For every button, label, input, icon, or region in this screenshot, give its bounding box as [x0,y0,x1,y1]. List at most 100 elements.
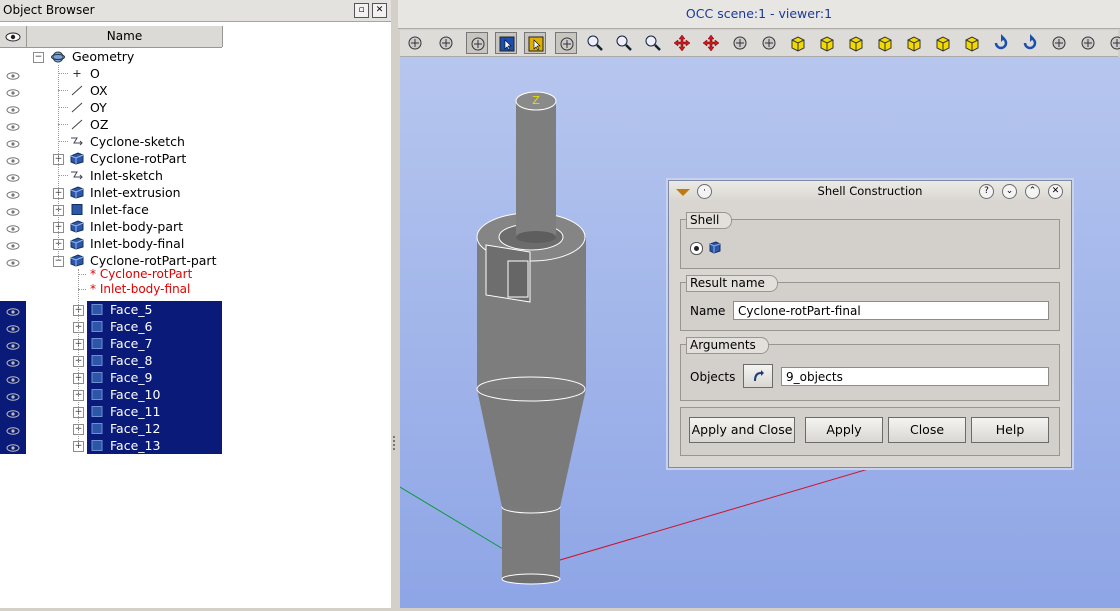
visibility-eye-icon[interactable] [6,373,20,384]
graduated-axes-button[interactable] [1106,32,1120,54]
rotation-point-button[interactable] [758,32,780,54]
rect-select-button[interactable] [495,32,517,54]
visibility-eye-icon[interactable] [6,154,20,165]
view-front-button[interactable] [787,32,809,54]
tree-header: Name [0,26,223,48]
view-top-button[interactable] [845,32,867,54]
zoom-in-button[interactable] [642,32,664,54]
dump-view-button[interactable] [404,32,426,54]
visibility-eye-icon[interactable] [6,69,20,80]
view-back-button[interactable] [816,32,838,54]
global-pan-icon [702,34,720,52]
undock-button[interactable]: ▫ [354,3,369,18]
y-axis-line [399,486,509,553]
visibility-eye-icon[interactable] [6,305,20,316]
tree-item-face[interactable]: + Face_9 [0,369,391,386]
reference-label: * Inlet-body-final [90,282,191,296]
view-right-button[interactable] [932,32,954,54]
close-dialog-button[interactable]: ✕ [1048,184,1063,199]
visibility-eye-icon[interactable] [6,205,20,216]
name-column-header[interactable]: Name [27,26,223,47]
visibility-eye-icon[interactable] [6,322,20,333]
fit-all-button[interactable] [466,32,488,54]
visibility-eye-icon[interactable] [6,390,20,401]
panel-splitter[interactable] [391,0,397,608]
result-name-input[interactable]: Cyclone-rotPart-final [733,301,1049,320]
close-button[interactable]: Close [888,417,966,443]
reset-view-button[interactable] [1048,32,1070,54]
view-bottom-button[interactable] [874,32,896,54]
visibility-eye-icon[interactable] [6,407,20,418]
close-panel-button[interactable]: ✕ [372,3,387,18]
tree-item-face[interactable]: + Face_7 [0,335,391,352]
visibility-eye-icon[interactable] [6,239,20,250]
apply-and-close-button[interactable]: Apply and Close [689,417,795,443]
face-icon [90,439,104,452]
tree-item-face[interactable]: + Face_8 [0,352,391,369]
objects-input[interactable]: 9_objects [781,367,1049,386]
select-objects-button[interactable] [743,364,773,388]
clipping-button[interactable] [1077,32,1099,54]
visibility-eye-icon[interactable] [6,441,20,452]
tree-item-face[interactable]: + Face_13 [0,437,391,454]
tree-reference-item[interactable]: * Inlet-body-final [0,282,391,297]
maximize-button[interactable]: ⌃ [1025,184,1040,199]
shell-construction-dialog: · Shell Construction ? ⌄ ⌃ ✕ Shell Resul… [668,180,1072,468]
z-axis-label: Z [532,94,540,107]
tree-item-label: Face_9 [110,370,153,385]
tree-item-label: Inlet-sketch [90,168,163,183]
trihedron-button[interactable] [555,32,577,54]
tree-item-face[interactable]: + Face_11 [0,403,391,420]
pan-button[interactable] [671,32,693,54]
mouse-pick-button[interactable] [435,32,457,54]
view-back-icon [820,36,834,52]
mouse-pick-icon [439,36,453,50]
tree-item-face[interactable]: + Face_5 [0,301,391,318]
tree-item-face[interactable]: + Face_12 [0,420,391,437]
visibility-eye-icon[interactable] [6,256,20,267]
visibility-eye-icon[interactable] [6,356,20,367]
face-icon [90,320,104,333]
rotate-cw-button[interactable] [1019,32,1041,54]
cyclone-model[interactable] [476,91,586,585]
tree-item-label: Face_7 [110,336,153,351]
poly-select-button[interactable] [524,32,546,54]
visibility-column-header[interactable] [0,26,27,47]
rotate-ccw-button[interactable] [990,32,1012,54]
tree-item-geometry[interactable]: − Geometry [0,48,391,65]
view-iso-button[interactable] [961,32,983,54]
result-name-group: Result name Name Cyclone-rotPart-final [680,275,1060,331]
tree-item-face[interactable]: + Face_6 [0,318,391,335]
tree-item-face[interactable]: + Face_10 [0,386,391,403]
tree-item-label: OX [90,83,108,98]
tree-reference-item[interactable]: * Cyclone-rotPart [0,267,391,282]
rotate-button[interactable] [729,32,751,54]
visibility-eye-icon[interactable] [6,339,20,350]
visibility-eye-icon[interactable] [6,86,20,97]
rotate-icon [733,36,747,50]
reset-view-icon [1052,36,1066,50]
collapse-geometry-toggle[interactable]: − [33,52,44,63]
apply-button[interactable]: Apply [805,417,883,443]
zoom-button[interactable] [584,32,606,54]
shell-icon [709,241,721,254]
dialog-titlebar[interactable]: · Shell Construction ? ⌄ ⌃ ✕ [669,181,1071,202]
reference-label: * Cyclone-rotPart [90,267,193,281]
visibility-eye-icon[interactable] [6,222,20,233]
visibility-eye-icon[interactable] [6,188,20,199]
view-left-button[interactable] [903,32,925,54]
solid-icon [70,254,84,267]
visibility-eye-icon[interactable] [6,137,20,148]
rect-select-icon [499,36,515,52]
shell-type-radio[interactable] [690,242,703,255]
zoom-window-button[interactable] [613,32,635,54]
visibility-eye-icon[interactable] [6,171,20,182]
context-help-button[interactable]: ? [979,184,994,199]
global-pan-button[interactable] [700,32,722,54]
help-button[interactable]: Help [971,417,1049,443]
minimize-button[interactable]: ⌄ [1002,184,1017,199]
visibility-eye-icon[interactable] [6,120,20,131]
visibility-eye-icon[interactable] [6,424,20,435]
visibility-eye-icon[interactable] [6,103,20,114]
tree-item-label: Face_12 [110,421,161,436]
